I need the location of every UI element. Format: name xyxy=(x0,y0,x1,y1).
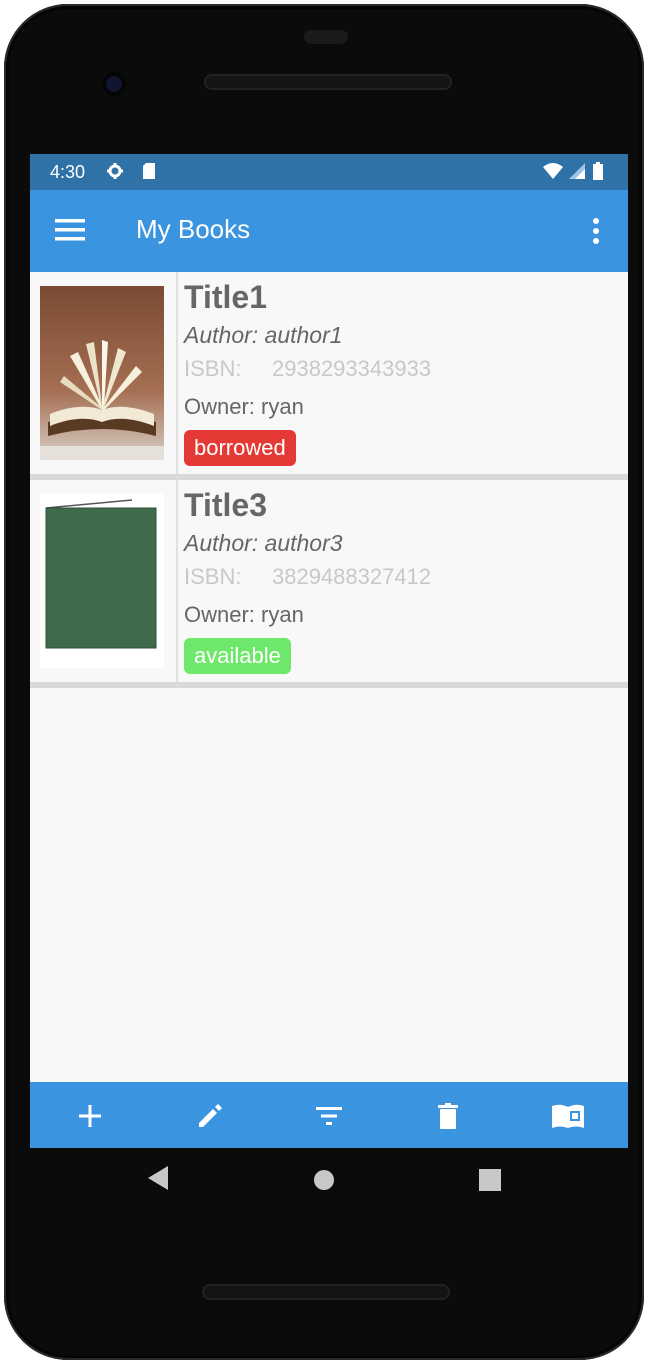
bottom-action-bar xyxy=(30,1082,628,1148)
open-book-cover-image xyxy=(40,286,164,460)
book-title: Title1 xyxy=(184,279,267,315)
book-row[interactable]: Title3 Author: author3 ISBN: 382948832741… xyxy=(30,480,628,688)
isbn-value: 3829488327412 xyxy=(272,564,432,589)
book-owner: Owner: ryan xyxy=(184,394,304,419)
home-icon[interactable] xyxy=(308,1164,340,1196)
library-icon[interactable] xyxy=(548,1096,588,1136)
more-vert-icon[interactable] xyxy=(582,212,610,250)
app-title: My Books xyxy=(136,214,251,244)
isbn-label: ISBN: xyxy=(184,564,242,589)
book-row[interactable]: Title1 Author: author1 ISBN: 293829334393… xyxy=(30,272,628,480)
isbn-label: ISBN: xyxy=(184,356,242,381)
add-icon[interactable] xyxy=(70,1096,110,1136)
green-book-cover-image xyxy=(40,494,164,668)
back-icon[interactable] xyxy=(144,1162,174,1194)
isbn-value: 2938293343933 xyxy=(272,356,432,381)
signal-icon xyxy=(568,162,586,180)
status-badge: available xyxy=(184,638,291,674)
edit-icon[interactable] xyxy=(190,1096,230,1136)
menu-icon[interactable] xyxy=(52,212,88,248)
cover-cell xyxy=(30,480,178,682)
status-time: 4:30 xyxy=(50,162,86,182)
book-author: Author: author3 xyxy=(184,530,343,556)
wifi-icon xyxy=(542,162,564,180)
book-title: Title3 xyxy=(184,487,267,523)
isbn-line: ISBN: 3829488327412 xyxy=(184,564,624,600)
sd-card-icon xyxy=(140,162,158,180)
book-list: Title1 Author: author1 ISBN: 293829334393… xyxy=(30,272,628,688)
screen: 4:30 My Books Title1 Author: author1 ISB… xyxy=(30,154,628,1148)
recents-icon[interactable] xyxy=(474,1164,506,1196)
front-camera xyxy=(102,72,126,96)
status-badge: borrowed xyxy=(184,430,296,466)
battery-icon xyxy=(592,162,604,180)
top-speaker-grille xyxy=(204,74,452,90)
book-info: Title3 Author: author3 ISBN: 382948832741… xyxy=(184,486,624,674)
settings-icon xyxy=(106,162,124,180)
status-bar: 4:30 xyxy=(30,154,628,190)
book-info: Title1 Author: author1 ISBN: 293829334393… xyxy=(184,278,624,466)
book-author: Author: author1 xyxy=(184,322,343,348)
app-bar: My Books xyxy=(30,190,628,272)
isbn-line: ISBN: 2938293343933 xyxy=(184,356,624,392)
cover-cell xyxy=(30,272,178,474)
delete-icon[interactable] xyxy=(428,1096,468,1136)
phone-frame: 4:30 My Books Title1 Author: author1 ISB… xyxy=(4,4,644,1360)
earpiece xyxy=(304,30,348,44)
bottom-speaker-grille xyxy=(202,1284,450,1300)
book-owner: Owner: ryan xyxy=(184,602,304,627)
filter-icon[interactable] xyxy=(309,1096,349,1136)
